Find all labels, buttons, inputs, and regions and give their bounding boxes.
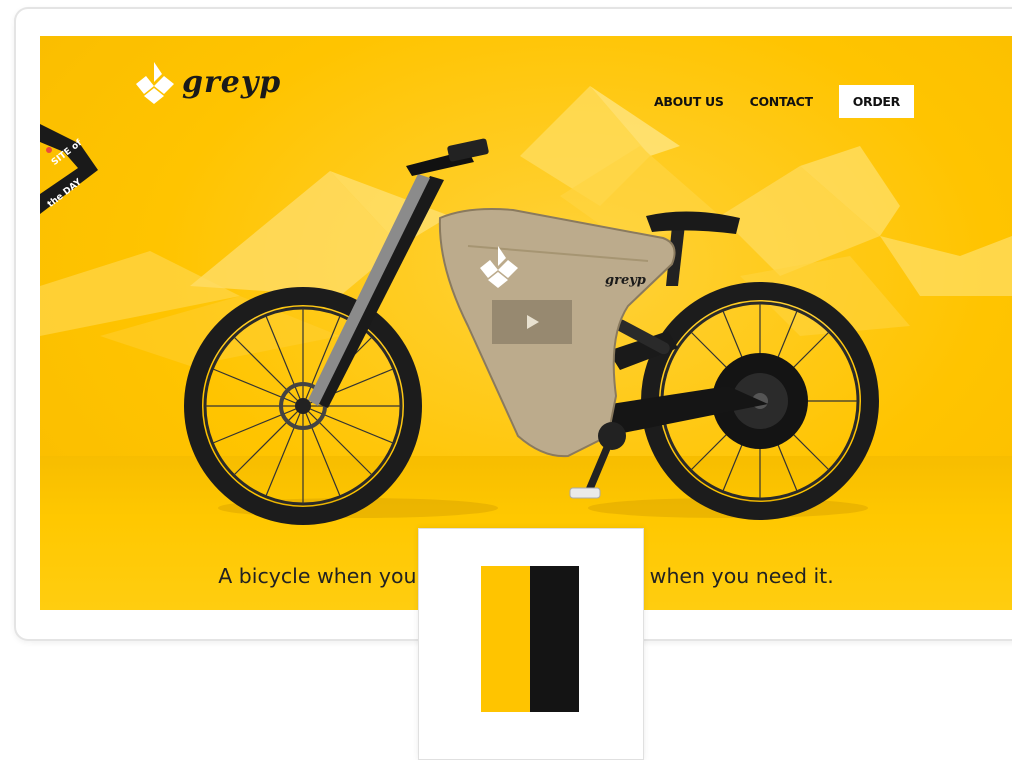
front-wheel bbox=[184, 287, 422, 525]
video-play-button[interactable] bbox=[492, 300, 572, 344]
swatch-yellow bbox=[481, 566, 530, 712]
brand-logo[interactable]: greyp bbox=[132, 60, 281, 104]
bike-frame-text: greyp bbox=[605, 273, 646, 288]
nav-contact[interactable]: CONTACT bbox=[750, 94, 813, 109]
tagline-right: e when you need it. bbox=[630, 564, 834, 588]
website-preview: SITE of the DAY greyp ABOUT US CONTACT O… bbox=[40, 36, 1012, 610]
play-icon bbox=[527, 315, 539, 329]
site-of-the-day-ribbon[interactable]: SITE of the DAY bbox=[40, 124, 110, 224]
color-palette-card bbox=[418, 528, 644, 760]
brand-name: greyp bbox=[182, 64, 282, 100]
tagline-left: A bicycle when you bbox=[218, 564, 417, 588]
order-button[interactable]: ORDER bbox=[838, 85, 914, 118]
greyp-logo-icon bbox=[136, 62, 174, 104]
nav-about-us[interactable]: ABOUT US bbox=[654, 94, 724, 109]
top-nav: ABOUT US CONTACT ORDER bbox=[654, 85, 914, 118]
swatch-black bbox=[530, 566, 579, 712]
sotd-dot-icon bbox=[46, 147, 52, 153]
